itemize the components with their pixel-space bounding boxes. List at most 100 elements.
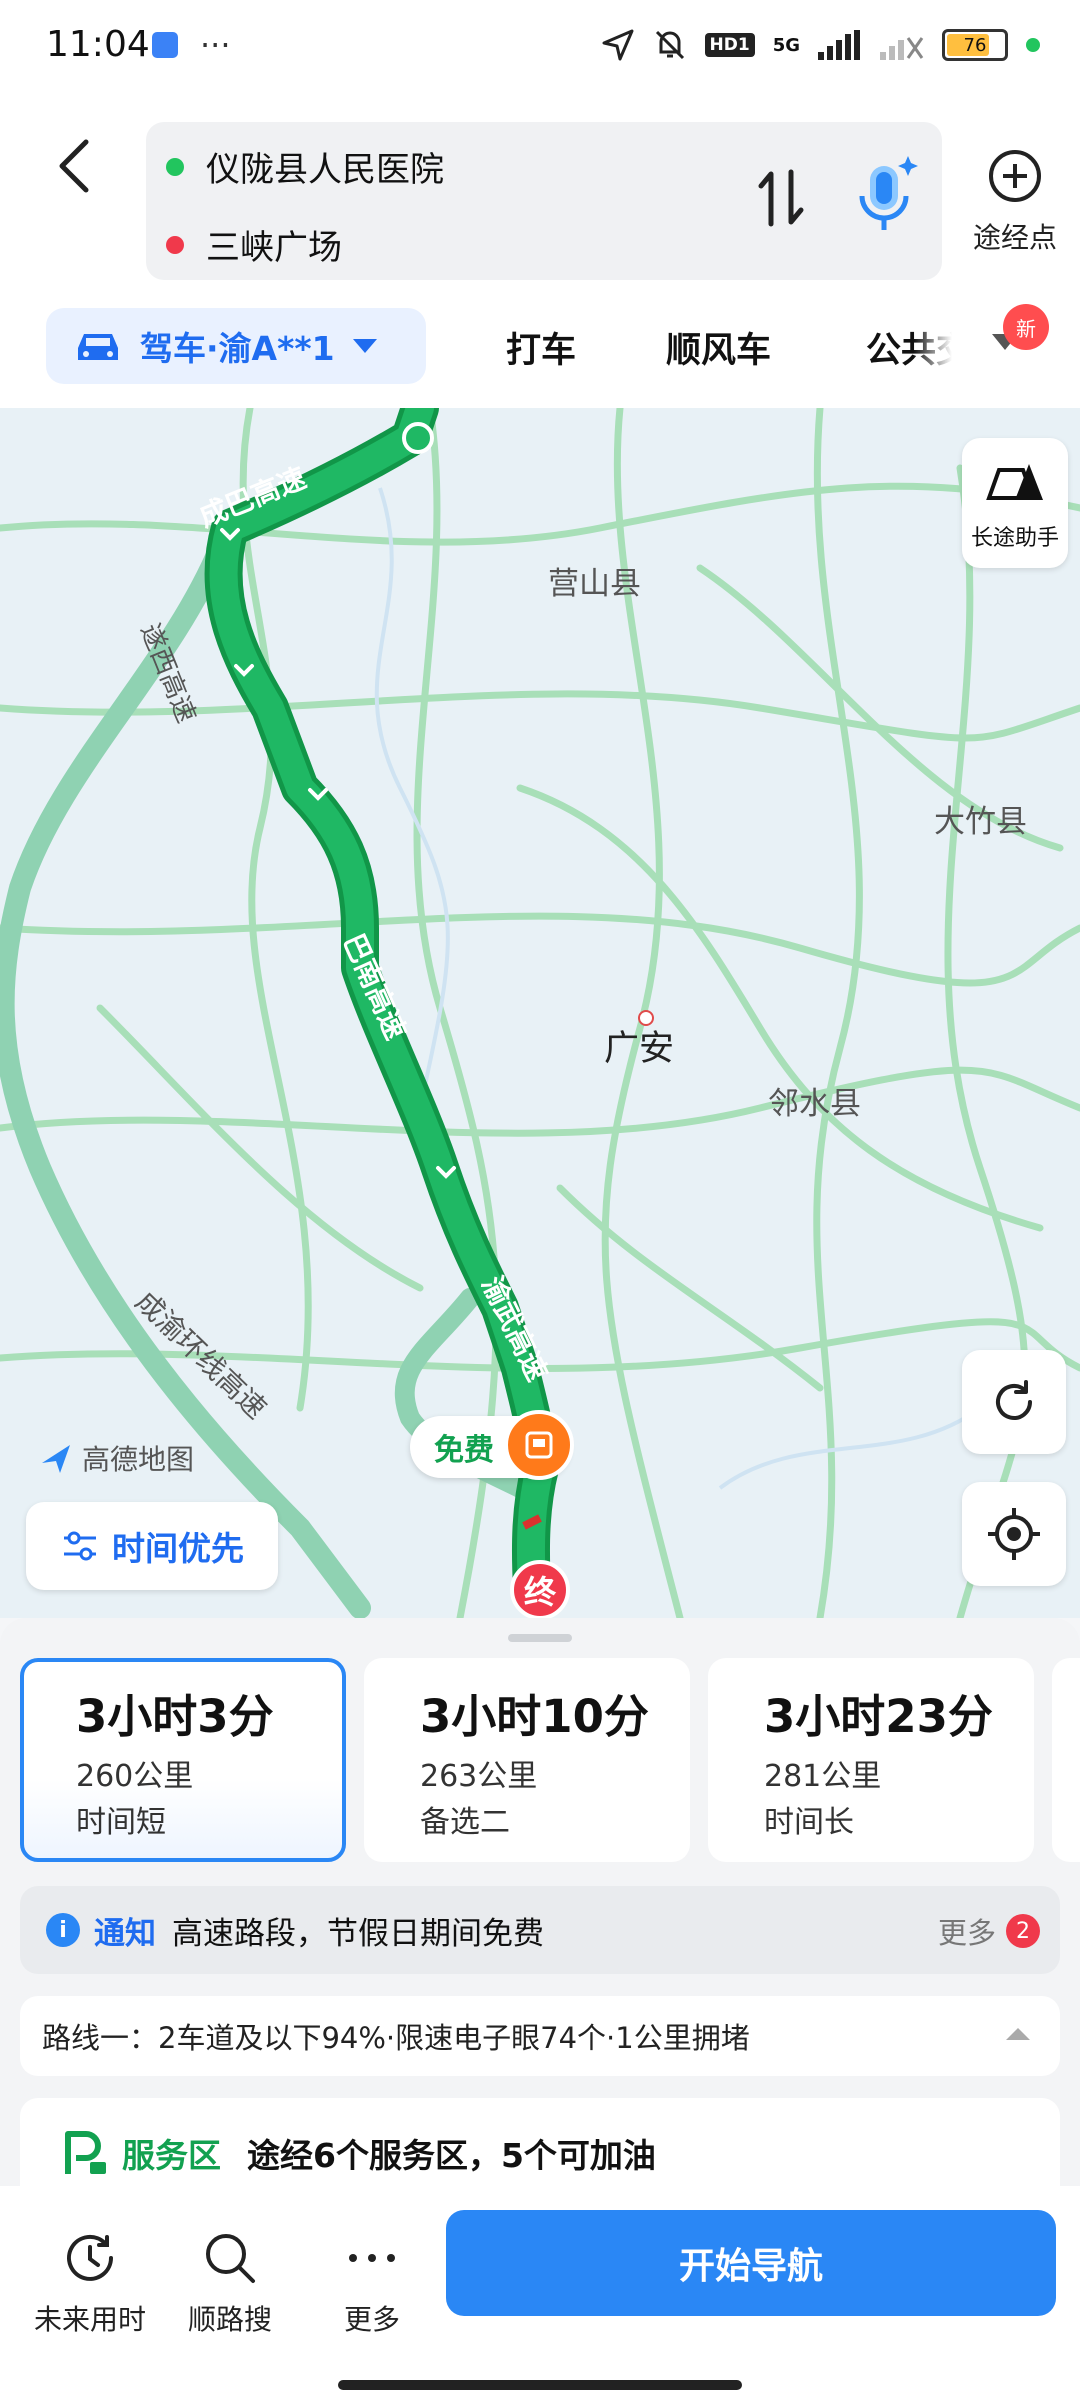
destination-dot-icon <box>166 235 184 254</box>
refresh-icon <box>996 1380 1032 1420</box>
swap-button[interactable] <box>756 166 816 236</box>
route-preference-button[interactable]: 时间优先 <box>26 1502 278 1590</box>
voice-input-button[interactable] <box>846 152 926 242</box>
amap-brand-text: 高德地图 <box>82 1443 195 1476</box>
notice-more-label: 更多 <box>937 1916 996 1950</box>
route-input-box: 仪陇县人民医院 三峡广场 <box>146 122 942 280</box>
long-trip-assistant-button[interactable]: 长途助手 <box>962 438 1068 568</box>
route-preference-label: 时间优先 <box>112 1529 244 1568</box>
refresh-route-button[interactable] <box>962 1350 1066 1454</box>
route-map[interactable]: 成巴高速 遂西高速 巴南高速 渝武高速 成渝环线高速 营山县 大竹县 广安 邻水… <box>0 408 1080 1618</box>
mode-transit-tab[interactable]: 公共交 <box>866 322 952 373</box>
filter-sliders-icon <box>64 1531 96 1561</box>
expand-chevron-icon[interactable] <box>1006 2028 1030 2040</box>
more-button[interactable]: 更多 <box>302 2228 442 2338</box>
destination-text: 三峡广场 <box>206 228 342 268</box>
panel-drag-handle[interactable] <box>508 1634 572 1642</box>
route-note: 备选二 <box>420 1805 510 1840</box>
along-route-search-label: 顺路搜 <box>187 2303 272 2336</box>
route-time: 3小时23分 <box>764 1690 993 1743</box>
route-time: 3小时3分 <box>76 1690 274 1743</box>
route-distance: 260公里 <box>76 1759 194 1794</box>
waypoint-label: 途经点 <box>972 221 1057 254</box>
notice-tag: 通知 <box>94 1915 156 1952</box>
hd-indicator: HD1 <box>704 33 755 57</box>
service-tag: 服务区 <box>122 2136 221 2175</box>
route-card-3[interactable]: 3小时23分 281公里 时间长 <box>708 1658 1034 1862</box>
mode-drive-tab[interactable]: 驾车·渝A**1 <box>46 308 426 384</box>
future-time-label: 未来用时 <box>33 2303 146 2336</box>
long-trip-icon <box>986 464 1043 500</box>
more-notifications-icon: ··· <box>200 26 231 64</box>
route-distance: 281公里 <box>764 1759 882 1794</box>
more-label: 更多 <box>343 2303 400 2336</box>
route-panel: 3小时3分 260公里 时间短 3小时10分 263公里 备选二 3小时23分 … <box>0 1618 1080 2400</box>
start-navigation-button[interactable]: 开始导航 <box>446 2210 1056 2316</box>
route-start-marker <box>402 422 434 454</box>
amap-logo-icon <box>42 1445 70 1473</box>
search-icon <box>206 2234 255 2283</box>
privacy-indicator <box>1026 38 1040 52</box>
notice-more-button[interactable]: 更多 2 <box>938 1910 1040 1952</box>
mute-bell-icon <box>655 30 684 60</box>
place-label-yingshan: 营山县 <box>548 566 641 602</box>
place-label-linshui: 邻水县 <box>768 1086 861 1122</box>
amap-logo: 高德地图 <box>40 1438 194 1478</box>
status-bar: 11:04 ··· HD1 5G 76 <box>0 0 1080 96</box>
ellipsis-icon <box>349 2254 395 2262</box>
route-card-2[interactable]: 3小时10分 263公里 备选二 <box>364 1658 690 1862</box>
mode-taxi-tab[interactable]: 打车 <box>506 322 576 373</box>
new-badge: 新 <box>1003 304 1049 350</box>
dropdown-triangle-icon <box>352 339 377 353</box>
mode-drive-label: 驾车·渝A**1 <box>140 329 335 368</box>
route-header: 仪陇县人民医院 三峡广场 途经点 驾车·渝A**1 打车 顺风车 公共交 新 <box>0 96 1080 408</box>
route-time: 3小时10分 <box>420 1690 649 1743</box>
app-notification-icon <box>152 32 178 58</box>
crosshair-icon <box>988 1508 1040 1560</box>
back-button[interactable] <box>54 136 114 216</box>
origin-field[interactable]: 仪陇县人民医院 <box>166 142 444 191</box>
car-icon <box>78 334 118 360</box>
origin-text: 仪陇县人民医院 <box>206 150 444 190</box>
mode-carpool-tab[interactable]: 顺风车 <box>666 322 771 373</box>
toll-gate-icon <box>525 1431 553 1459</box>
battery-level: 76 <box>963 34 987 56</box>
toll-station-icon <box>504 1410 574 1480</box>
microphone-icon <box>859 156 918 230</box>
long-trip-label: 长途助手 <box>970 526 1059 551</box>
future-time-button[interactable]: 未来用时 <box>20 2228 160 2338</box>
notice-count-badge: 2 <box>1006 1914 1040 1948</box>
status-time: 11:04 <box>46 24 150 65</box>
route-note: 时间长 <box>764 1805 854 1840</box>
swap-arrows-icon <box>758 169 804 227</box>
add-waypoint-button[interactable]: 途经点 <box>960 148 1070 256</box>
network-type: 5G <box>772 34 800 56</box>
travel-mode-bar: 驾车·渝A**1 打车 顺风车 公共交 新 <box>0 296 1080 408</box>
destination-marker: 终 <box>510 1560 570 1618</box>
signal-icon <box>818 30 860 60</box>
bottom-action-bar: 未来用时 顺路搜 更多 开始导航 <box>0 2186 1080 2400</box>
place-label-dazhu: 大竹县 <box>934 804 1027 840</box>
destination-field[interactable]: 三峡广场 <box>166 220 342 269</box>
locate-me-button[interactable] <box>962 1482 1066 1586</box>
location-arrow-icon <box>602 29 634 61</box>
notice-text: 高速路段，节假日期间免费 <box>172 1915 544 1952</box>
home-indicator[interactable] <box>338 2380 742 2390</box>
along-route-search-button[interactable]: 顺路搜 <box>160 2228 300 2338</box>
clock-icon <box>67 2234 113 2281</box>
info-icon: i <box>46 1913 80 1947</box>
battery-icon: 76 <box>942 29 1008 61</box>
notice-bar[interactable]: i 通知 高速路段，节假日期间免费 更多 2 <box>20 1886 1060 1974</box>
route-card-peek[interactable] <box>1052 1658 1080 1862</box>
signal-2-icon <box>880 37 924 60</box>
route-detail-bar[interactable]: 路线一：2车道及以下94%·限速电子眼74个·1公里拥堵 <box>20 1996 1060 2076</box>
place-label-guangan: 广安 <box>604 1029 675 1069</box>
route-card-1[interactable]: 3小时3分 260公里 时间短 <box>20 1658 346 1862</box>
parking-fuel-icon <box>65 2131 106 2174</box>
route-detail-text: 路线一：2车道及以下94%·限速电子眼74个·1公里拥堵 <box>42 2021 750 2055</box>
service-text: 途经6个服务区，5个可加油 <box>247 2136 656 2175</box>
back-arrow-icon <box>59 139 89 193</box>
origin-dot-icon <box>166 157 184 176</box>
route-note: 时间短 <box>76 1805 166 1840</box>
rivers <box>374 487 982 1490</box>
